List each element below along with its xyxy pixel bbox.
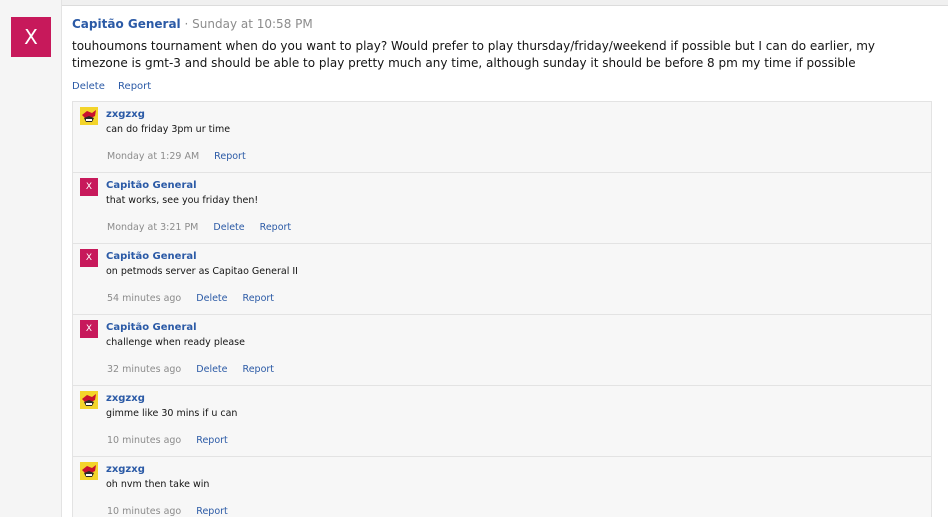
- comment-meta: Monday at 3:21 PM Delete Report: [107, 222, 303, 233]
- comment-author-avatar[interactable]: X: [80, 249, 98, 267]
- avatar-letter: X: [85, 182, 93, 192]
- comment-item: zxgzxg oh nvm then take win 10 minutes a…: [73, 457, 931, 517]
- comment-delete-link[interactable]: Delete: [196, 293, 227, 304]
- header-separator: ·: [184, 17, 189, 31]
- comment-text: that works, see you friday then!: [106, 195, 259, 206]
- post-report-link[interactable]: Report: [118, 81, 151, 92]
- avatar-letter: X: [85, 253, 93, 263]
- post-author-link[interactable]: Capitão General: [72, 17, 181, 31]
- comment-timestamp[interactable]: Monday at 3:21 PM: [107, 222, 198, 233]
- comment-report-link[interactable]: Report: [243, 364, 275, 375]
- comment-item: X Capitão General that works, see you fr…: [73, 173, 931, 244]
- avatar-letter: X: [24, 25, 38, 49]
- comment-meta: Monday at 1:29 AM Report: [107, 151, 258, 162]
- comment-author-link[interactable]: Capitão General: [106, 180, 197, 191]
- comments-list: zxgzxg can do friday 3pm ur time Monday …: [72, 101, 932, 517]
- comment-timestamp[interactable]: 32 minutes ago: [107, 364, 181, 375]
- post-header: Capitão General · Sunday at 10:58 PM: [72, 17, 313, 31]
- comment-author-link[interactable]: zxgzxg: [106, 464, 145, 475]
- comment-report-link[interactable]: Report: [196, 435, 228, 446]
- comment-text: can do friday 3pm ur time: [106, 124, 231, 135]
- comment-timestamp[interactable]: 10 minutes ago: [107, 506, 181, 517]
- comment-meta: 10 minutes ago Report: [107, 506, 240, 517]
- comment-author-avatar[interactable]: X: [80, 178, 98, 196]
- comment-report-link[interactable]: Report: [196, 506, 228, 517]
- comment-item: X Capitão General challenge when ready p…: [73, 315, 931, 386]
- comment-timestamp[interactable]: 54 minutes ago: [107, 293, 181, 304]
- post-body: touhoumons tournament when do you want t…: [72, 39, 876, 70]
- character-avatar-icon: [80, 391, 98, 409]
- character-avatar[interactable]: [80, 391, 98, 409]
- comment-meta: 32 minutes ago Delete Report: [107, 364, 286, 375]
- comment-timestamp[interactable]: Monday at 1:29 AM: [107, 151, 199, 162]
- post-delete-link[interactable]: Delete: [72, 81, 105, 92]
- comment-author-avatar[interactable]: X: [80, 320, 98, 338]
- comment-author-link[interactable]: zxgzxg: [106, 393, 145, 404]
- post-actions: Delete Report: [72, 81, 161, 92]
- comment-delete-link[interactable]: Delete: [213, 222, 244, 233]
- comment-item: zxgzxg gimme like 30 mins if u can 10 mi…: [73, 386, 931, 457]
- comment-report-link[interactable]: Report: [243, 293, 275, 304]
- comment-report-link[interactable]: Report: [260, 222, 292, 233]
- avatar-letter: X: [85, 324, 93, 334]
- comment-meta: 54 minutes ago Delete Report: [107, 293, 286, 304]
- character-avatar[interactable]: [80, 107, 98, 125]
- comment-author-link[interactable]: Capitão General: [106, 322, 197, 333]
- comment-delete-link[interactable]: Delete: [196, 364, 227, 375]
- comment-timestamp[interactable]: 10 minutes ago: [107, 435, 181, 446]
- comment-item: X Capitão General on petmods server as C…: [73, 244, 931, 315]
- character-avatar-icon: [80, 107, 98, 125]
- comment-text: oh nvm then take win: [106, 479, 210, 490]
- post-author-avatar[interactable]: X: [11, 17, 51, 57]
- top-divider: [0, 0, 948, 6]
- comment-author-link[interactable]: zxgzxg: [106, 109, 145, 120]
- comment-text: challenge when ready please: [106, 337, 245, 348]
- comment-author-link[interactable]: Capitão General: [106, 251, 197, 262]
- post-timestamp[interactable]: Sunday at 10:58 PM: [192, 17, 313, 31]
- left-gutter: [0, 0, 62, 517]
- comment-item: zxgzxg can do friday 3pm ur time Monday …: [73, 102, 931, 173]
- comment-text: gimme like 30 mins if u can: [106, 408, 238, 419]
- character-avatar[interactable]: [80, 462, 98, 480]
- comment-text: on petmods server as Capitao General II: [106, 266, 298, 277]
- comment-report-link[interactable]: Report: [214, 151, 246, 162]
- comment-meta: 10 minutes ago Report: [107, 435, 240, 446]
- character-avatar-icon: [80, 462, 98, 480]
